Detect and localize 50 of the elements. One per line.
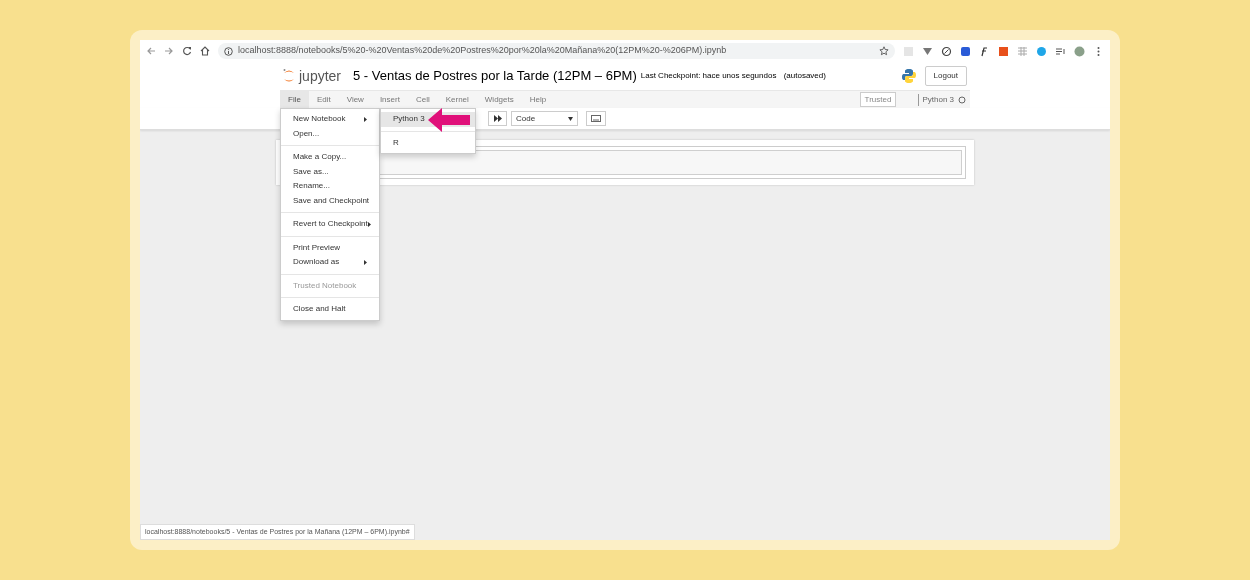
kernel-name: Python 3 xyxy=(922,93,954,106)
menu-option[interactable]: Download as xyxy=(281,255,379,270)
keyboard-icon xyxy=(591,115,601,122)
menu-option[interactable]: Rename... xyxy=(281,179,379,194)
address-bar[interactable]: localhost:8888/notebooks/5%20-%20Ventas%20de%20Postres%20por%20la%20Mañana%20(12PM%20-%206PM).ipynb xyxy=(218,43,895,59)
menu-option[interactable]: New Notebook xyxy=(281,112,379,127)
menu-item[interactable]: File xyxy=(280,91,309,108)
url-text: localhost:8888/notebooks/5%20-%20Ventas%20de%20Postres%20por%20la%20Mañana%20(12PM%20-%206PM).ipynb xyxy=(238,44,728,58)
info-icon xyxy=(224,46,233,56)
run-all-button[interactable] xyxy=(488,111,507,126)
trusted-indicator[interactable]: Trusted xyxy=(859,92,897,107)
kernel-idle-icon xyxy=(958,95,966,104)
keyboard-button[interactable] xyxy=(586,111,606,126)
filter-icon[interactable] xyxy=(922,45,933,57)
extension-icon[interactable] xyxy=(960,45,971,57)
playlist-icon[interactable] xyxy=(1055,45,1066,57)
function-icon[interactable] xyxy=(979,45,990,57)
menu-item[interactable]: Help xyxy=(521,91,555,108)
menu-item[interactable]: Insert xyxy=(371,91,408,108)
python-logo-icon xyxy=(900,68,917,84)
back-icon[interactable] xyxy=(146,46,156,56)
extension-icon[interactable] xyxy=(998,45,1009,57)
menu-option[interactable]: Open... xyxy=(281,126,379,141)
submenu-option[interactable]: R xyxy=(381,135,475,150)
pointer-arrow-icon xyxy=(428,108,470,132)
jupyter-logo[interactable]: jupyter xyxy=(280,65,342,87)
menu-item[interactable]: View xyxy=(338,91,372,108)
menu-item[interactable]: Widgets xyxy=(476,91,522,108)
cell-type-select[interactable]: Code xyxy=(511,111,578,126)
notebook-title[interactable]: 5 - Ventas de Postres por la Tarde (12PM – 6PM) xyxy=(353,66,637,86)
star-icon[interactable] xyxy=(879,46,889,56)
menu-item[interactable]: Kernel xyxy=(437,91,477,108)
menu-item[interactable]: Cell xyxy=(407,91,438,108)
forward-icon[interactable] xyxy=(164,46,174,56)
reload-icon[interactable] xyxy=(182,46,192,56)
caret-icon xyxy=(568,116,573,121)
avatar-icon[interactable] xyxy=(1074,45,1085,57)
home-icon[interactable] xyxy=(200,46,210,56)
menu-option[interactable]: Print Preview xyxy=(281,240,379,255)
menu-option[interactable]: Make a Copy... xyxy=(281,150,379,165)
logo-icon xyxy=(283,68,295,84)
checkpoint-status: Last Checkpoint: hace unos segundos (autosaved) xyxy=(640,70,826,82)
menu-option[interactable]: Save and Checkpoint xyxy=(281,193,379,208)
menu-item[interactable]: Edit xyxy=(308,91,339,108)
extension-icon[interactable] xyxy=(1036,45,1047,57)
menu-option[interactable]: Close and Halt xyxy=(281,302,379,317)
logout-button[interactable]: Logout xyxy=(924,66,967,86)
menu-option[interactable]: Save as... xyxy=(281,164,379,179)
menu-option[interactable]: Revert to Checkpoint xyxy=(281,217,379,232)
fast-forward-icon xyxy=(493,115,502,122)
